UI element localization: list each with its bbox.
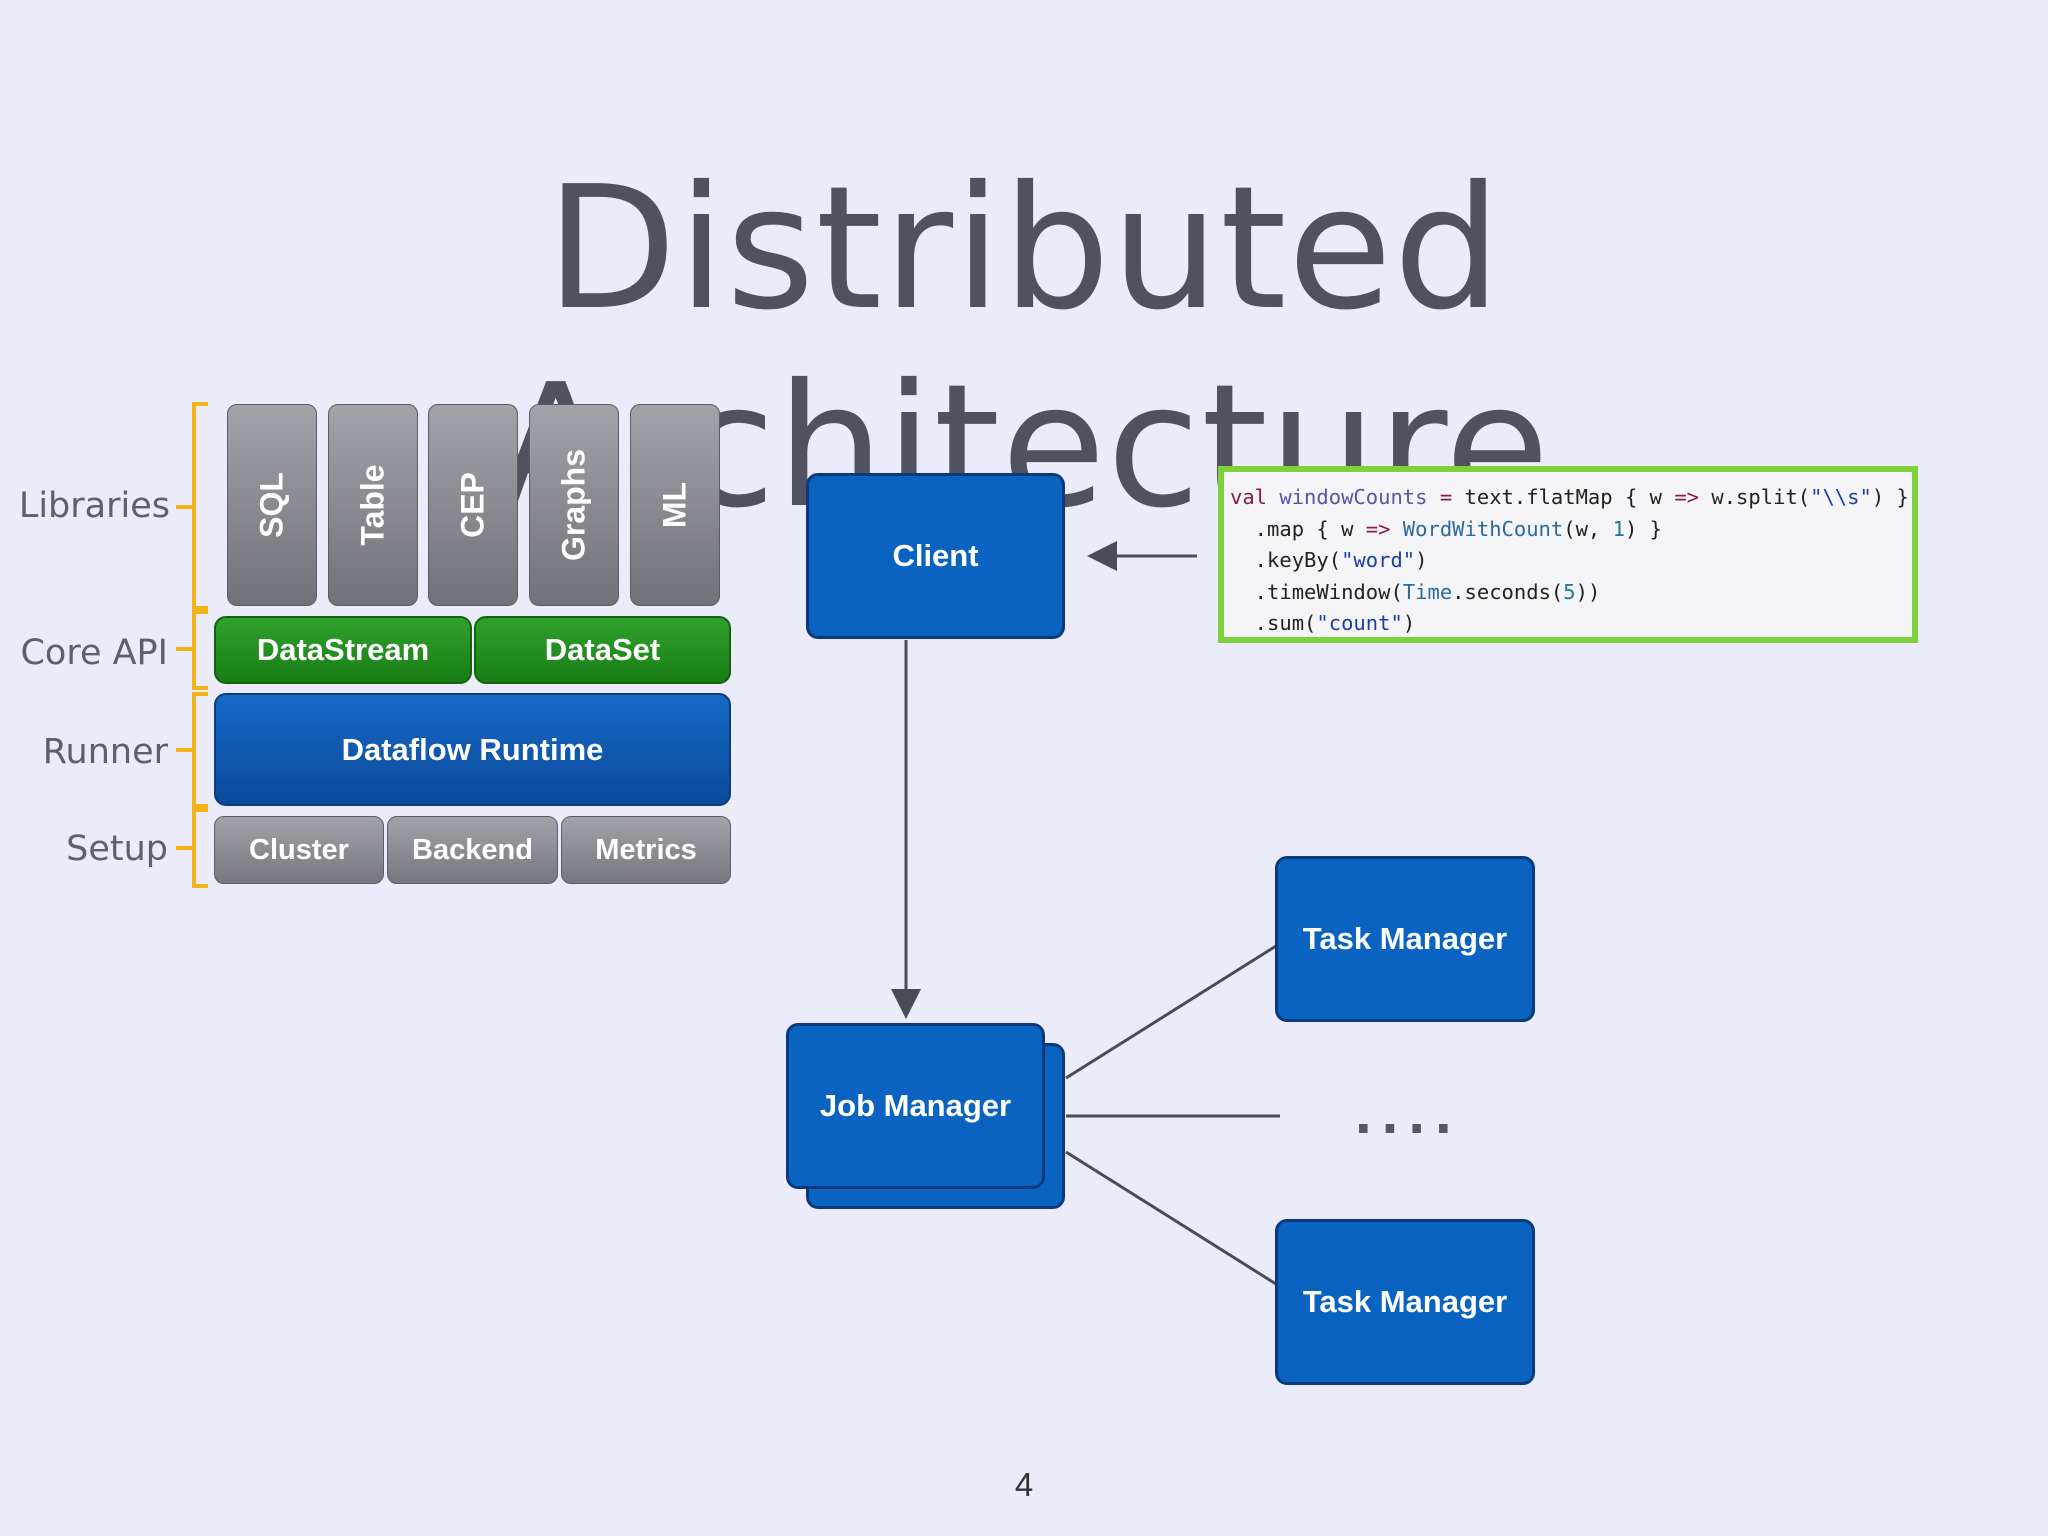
more-task-managers-ellipsis: .... [1355, 1079, 1462, 1146]
code-snippet: val windowCounts = text.flatMap { w => w… [1218, 466, 1918, 643]
page-number: 4 [1014, 1466, 1034, 1503]
task-manager-bottom-node: Task Manager [1275, 1219, 1535, 1385]
cluster-connectors [891, 541, 1280, 1286]
job-manager-to-task-manager-top [1065, 944, 1277, 1080]
job-manager-to-task-manager-bottom [1065, 1150, 1277, 1286]
task-manager-top-node: Task Manager [1275, 856, 1535, 1022]
job-manager-node: Job Manager [786, 1023, 1045, 1189]
client-node: Client [806, 473, 1065, 639]
